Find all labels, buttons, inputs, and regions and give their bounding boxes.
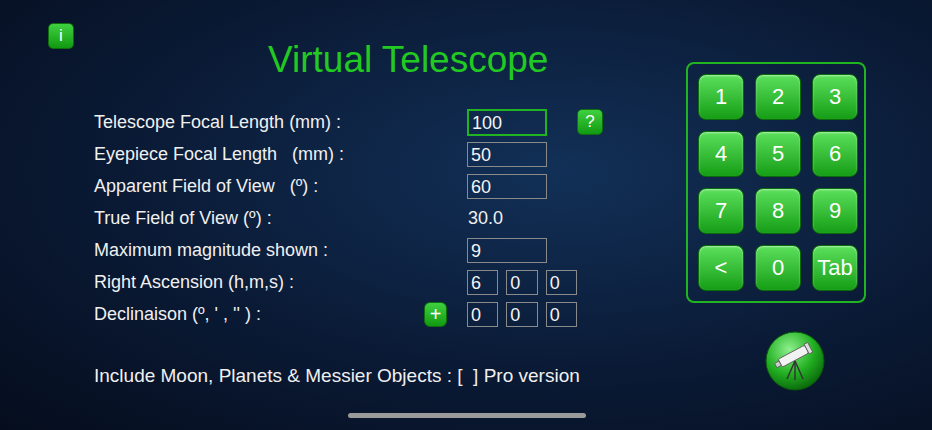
keypad-key[interactable]: 3 — [812, 74, 858, 120]
app-title: Virtual Telescope — [268, 38, 548, 82]
keypad-key[interactable]: 6 — [812, 131, 858, 177]
pro-option[interactable]: Include Moon, Planets & Messier Objects … — [94, 364, 686, 388]
value-input[interactable]: 6 — [467, 270, 498, 295]
field-label: True Field of View (º) : — [94, 208, 424, 229]
keypad-key[interactable]: 1 — [698, 74, 744, 120]
field-value: 100 — [467, 109, 577, 136]
field-label: Maximum magnitude shown : — [94, 240, 424, 261]
field-value: 600 — [467, 270, 577, 295]
value-input[interactable]: 9 — [467, 238, 547, 263]
field-label: Apparent Field of View (º) : — [94, 176, 424, 197]
telescope-icon[interactable] — [765, 331, 825, 391]
field-value: 000 — [467, 302, 577, 327]
keypad-key[interactable]: 5 — [755, 131, 801, 177]
keypad-key[interactable]: < — [698, 245, 744, 291]
field-label: Right Ascension (h,m,s) : — [94, 272, 424, 293]
value-readout: 30.0 — [467, 208, 503, 229]
value-input[interactable]: 0 — [546, 270, 577, 295]
keypad-key[interactable]: 8 — [755, 188, 801, 234]
field-value: 30.0 — [467, 208, 577, 229]
field-label: Telescope Focal Length (mm) : — [94, 112, 424, 133]
value-input[interactable]: 0 — [506, 302, 537, 327]
value-input[interactable]: 0 — [506, 270, 537, 295]
field-label: Eyepiece Focal Length (mm) : — [94, 144, 424, 165]
keypad-key[interactable]: 7 — [698, 188, 744, 234]
keypad-key[interactable]: 2 — [755, 74, 801, 120]
keypad-key[interactable]: Tab — [812, 245, 858, 291]
field-value: 9 — [467, 238, 577, 263]
field-label: Declinaison (º, ' , '' ) : — [94, 304, 424, 325]
value-input[interactable]: 100 — [467, 109, 547, 136]
value-input[interactable]: 60 — [467, 174, 547, 199]
help-button[interactable]: ? — [577, 109, 603, 135]
home-indicator — [348, 413, 586, 418]
keypad-key[interactable]: 0 — [755, 245, 801, 291]
keypad: 123 456 789 <0Tab — [686, 62, 866, 303]
keypad-key[interactable]: 4 — [698, 131, 744, 177]
keypad-key[interactable]: 9 — [812, 188, 858, 234]
value-input[interactable]: 50 — [467, 142, 547, 167]
field-value: 60 — [467, 174, 577, 199]
info-button[interactable]: i — [48, 23, 74, 49]
field-value: 50 — [467, 142, 577, 167]
sign-button[interactable]: + — [424, 302, 447, 327]
value-input[interactable]: 0 — [467, 302, 498, 327]
value-input[interactable]: 0 — [546, 302, 577, 327]
